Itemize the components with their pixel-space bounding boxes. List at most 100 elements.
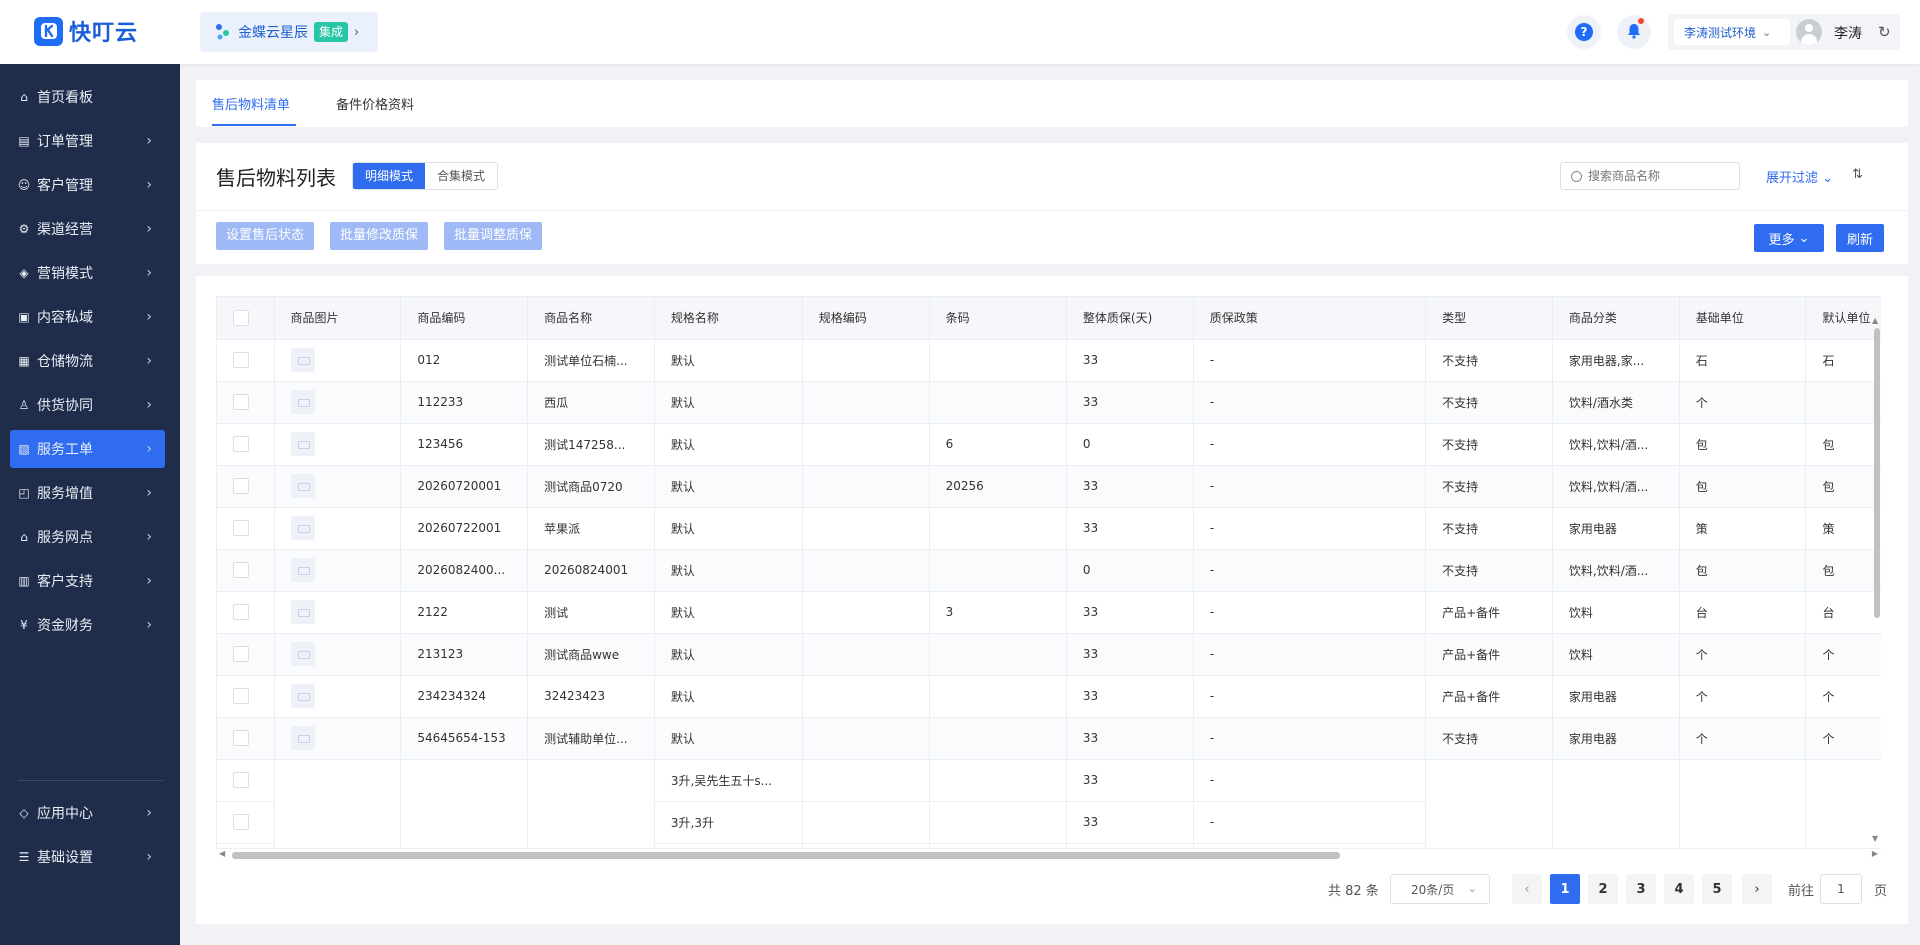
column-header: 规格编码	[802, 297, 930, 340]
scroll-right-icon[interactable]: ▶	[1872, 849, 1878, 858]
scroll-up-icon[interactable]: ▲	[1872, 316, 1878, 325]
cell-code: CES000001	[400, 759, 529, 848]
cell-name: 20260824001	[527, 549, 655, 592]
cell-default-unit: 石	[1805, 339, 1881, 382]
table-row[interactable]: 20260722001苹果派默认33-不支持家用电器策策-	[217, 507, 1881, 550]
cell-type: 产品+备件	[1425, 675, 1553, 718]
row-checkbox[interactable]	[233, 772, 249, 788]
sidebar-item-settings-list[interactable]: ☰ 基础设置 ›	[10, 838, 165, 876]
sidebar-item-home[interactable]: ⌂ 首页看板	[10, 78, 165, 116]
goto-page-input[interactable]: 1	[1820, 874, 1862, 904]
product-logo-icon	[214, 23, 232, 41]
table-row[interactable]: 23423432432423423默认33-产品+备件家用电器个个-	[217, 675, 1881, 718]
settings-list-icon: ☰	[18, 850, 30, 864]
page-3-button[interactable]: 3	[1626, 874, 1656, 904]
prev-page-button[interactable]: ‹	[1512, 874, 1542, 904]
mode-detail[interactable]: 明细模式	[353, 163, 426, 189]
row-checkbox[interactable]	[233, 562, 249, 578]
scroll-left-icon[interactable]: ◀	[219, 849, 225, 858]
horizontal-scrollbar[interactable]	[232, 852, 1340, 859]
select-all-checkbox[interactable]	[233, 309, 249, 326]
table-row[interactable]: 123456测试147258...默认60-不支持饮料,饮料/酒...包包件	[217, 423, 1881, 466]
reload-icon[interactable]: ↻	[1878, 23, 1891, 41]
page-5-button[interactable]: 5	[1702, 874, 1732, 904]
cell-spec-code	[802, 339, 930, 382]
next-page-button[interactable]: ›	[1742, 874, 1772, 904]
sidebar-item-tag[interactable]: ◈ 营销模式 ›	[10, 254, 165, 292]
table-row[interactable]: 2026082400... 20260824001 默认 0- 不支持 饮料,饮料/酒..…	[217, 549, 1881, 592]
row-checkbox[interactable]	[233, 436, 249, 452]
table-row[interactable]: 20260720001 测试商品0720 默认 20256 33- 不支持 饮料,饮料/酒.…	[217, 465, 1881, 508]
row-checkbox[interactable]	[233, 394, 249, 410]
cell-spec-code	[802, 423, 930, 466]
scroll-down-icon[interactable]: ▼	[1872, 834, 1878, 843]
row-checkbox[interactable]	[233, 646, 249, 662]
refresh-button[interactable]: 刷新	[1836, 224, 1884, 252]
mode-collection[interactable]: 合集模式	[425, 163, 498, 189]
cell-default-unit: 包	[1805, 423, 1881, 466]
page-4-button[interactable]: 4	[1664, 874, 1694, 904]
cell-default-unit: 个	[1805, 633, 1881, 676]
row-checkbox[interactable]	[233, 604, 249, 620]
tab-spare-price[interactable]: 备件价格资料	[336, 94, 414, 113]
sidebar-item-finance[interactable]: ¥ 资金财务 ›	[10, 606, 165, 644]
cell-policy: -	[1193, 759, 1427, 802]
tab-aftersale-material[interactable]: 售后物料清单	[212, 94, 290, 113]
sidebar-item-order[interactable]: ▤ 订单管理 ›	[10, 122, 165, 160]
search-input[interactable]	[1588, 169, 1728, 183]
cell-code: 012	[400, 339, 529, 382]
sidebar-item-customer[interactable]: ☺ 客户管理 ›	[10, 166, 165, 204]
row-checkbox[interactable]	[233, 520, 249, 536]
page-1-button[interactable]: 1	[1550, 874, 1580, 904]
cell-base-unit: 石	[1679, 339, 1807, 382]
product-image-cell	[274, 423, 402, 466]
sidebar-item-image[interactable]: ▣ 内容私域 ›	[10, 298, 165, 336]
page-size-select[interactable]: 20条/页 ⌄	[1390, 874, 1490, 904]
logo[interactable]: 快叮云	[34, 16, 138, 46]
row-checkbox[interactable]	[233, 352, 249, 368]
table-row[interactable]: 012测试单位石楠...默认33-不支持家用电器,家...石石-	[217, 339, 1881, 382]
cell-barcode: 20256	[929, 465, 1067, 508]
sidebar-item-store[interactable]: ⌂ 服务网点 ›	[10, 518, 165, 556]
sidebar-item-ticket[interactable]: ▧ 服务工单 ›	[10, 430, 165, 468]
batch-adjust-warranty-button[interactable]: 批量调整质保	[444, 222, 543, 250]
sidebar-item-supply[interactable]: ♙ 供货协同 ›	[10, 386, 165, 424]
cell-spec: 默认	[654, 549, 803, 592]
expand-filter-link[interactable]: 展开过滤 ⌄	[1766, 167, 1833, 186]
batch-modify-warranty-button[interactable]: 批量修改质保	[330, 222, 429, 250]
table-row[interactable]: 213123测试商品wwe默认33-产品+备件饮料个个-	[217, 633, 1881, 676]
cell-code: 213123	[400, 633, 529, 676]
cell-type: 不支持	[1425, 423, 1553, 466]
vertical-scrollbar[interactable]	[1874, 328, 1880, 618]
row-checkbox[interactable]	[233, 814, 249, 830]
environment-select[interactable]: 李涛测试环境 ⌄	[1674, 19, 1790, 45]
notification-button[interactable]	[1617, 15, 1651, 49]
table-row[interactable]: 112233西瓜默认33-不支持饮料/酒水类个-	[217, 381, 1881, 424]
top-bar: 快叮云 金蝶云星辰 集成 › ? 李涛测试环境 ⌄ 李涛 ↻	[0, 0, 1920, 64]
set-aftersale-status-button[interactable]: 设置售后状态	[216, 222, 315, 250]
row-checkbox[interactable]	[233, 730, 249, 746]
cell-name: 测试	[527, 591, 655, 634]
sort-icon[interactable]: ⇅	[1852, 167, 1863, 182]
cell-policy: -	[1193, 381, 1427, 424]
user-name[interactable]: 李涛	[1834, 23, 1862, 43]
row-checkbox[interactable]	[233, 478, 249, 494]
row-select-cell	[217, 549, 275, 592]
more-button[interactable]: 更多 ⌄	[1754, 224, 1824, 252]
help-button[interactable]: ?	[1567, 15, 1601, 49]
row-select-cell	[217, 759, 275, 802]
avatar[interactable]	[1796, 19, 1822, 45]
cell-warranty: 33	[1066, 591, 1194, 634]
table-row[interactable]: CES000001可口可乐3升,吴先生五十s...33-不支持饮料个个包	[217, 759, 1881, 848]
sidebar-item-channel[interactable]: ⚙ 渠道经营 ›	[10, 210, 165, 248]
chevron-right-icon: ›	[146, 485, 152, 501]
sidebar-item-gift[interactable]: ◰ 服务增值 ›	[10, 474, 165, 512]
sidebar-item-app-center[interactable]: ◇ 应用中心 ›	[10, 794, 165, 832]
product-switcher[interactable]: 金蝶云星辰 集成 ›	[200, 12, 378, 52]
page-2-button[interactable]: 2	[1588, 874, 1618, 904]
table-row[interactable]: 2122测试默认333-产品+备件饮料台台-	[217, 591, 1881, 634]
sidebar-item-support[interactable]: ▥ 客户支持 ›	[10, 562, 165, 600]
sidebar-item-warehouse[interactable]: ▦ 仓储物流 ›	[10, 342, 165, 380]
table-row[interactable]: 54645654-153测试辅助单位...默认33-不支持家用电器个个-	[217, 717, 1881, 760]
row-checkbox[interactable]	[233, 688, 249, 704]
